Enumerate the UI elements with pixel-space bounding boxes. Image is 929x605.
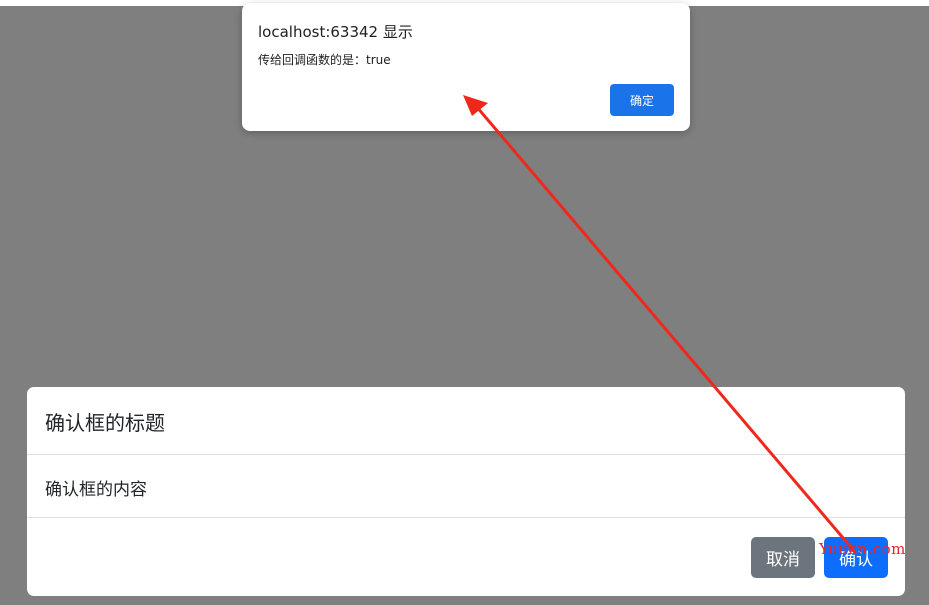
modal-content-text: 确认框的内容 <box>45 480 147 500</box>
modal-header: 确认框的标题 <box>27 387 905 455</box>
browser-alert-dialog: localhost:63342 显示 传给回调函数的是：true 确定 <box>242 3 690 131</box>
modal-body: 确认框的内容 <box>27 455 905 518</box>
modal-footer: 取消 确认 <box>27 518 905 596</box>
confirm-modal: 确认框的标题 确认框的内容 取消 确认 <box>27 387 905 596</box>
alert-message: 传给回调函数的是：true <box>258 53 391 67</box>
cancel-button[interactable]: 取消 <box>751 537 815 578</box>
watermark-text: Yuucn.com <box>819 540 906 558</box>
alert-ok-button[interactable]: 确定 <box>610 84 674 116</box>
modal-title: 确认框的标题 <box>45 411 165 435</box>
alert-title: localhost:63342 显示 <box>258 23 413 41</box>
